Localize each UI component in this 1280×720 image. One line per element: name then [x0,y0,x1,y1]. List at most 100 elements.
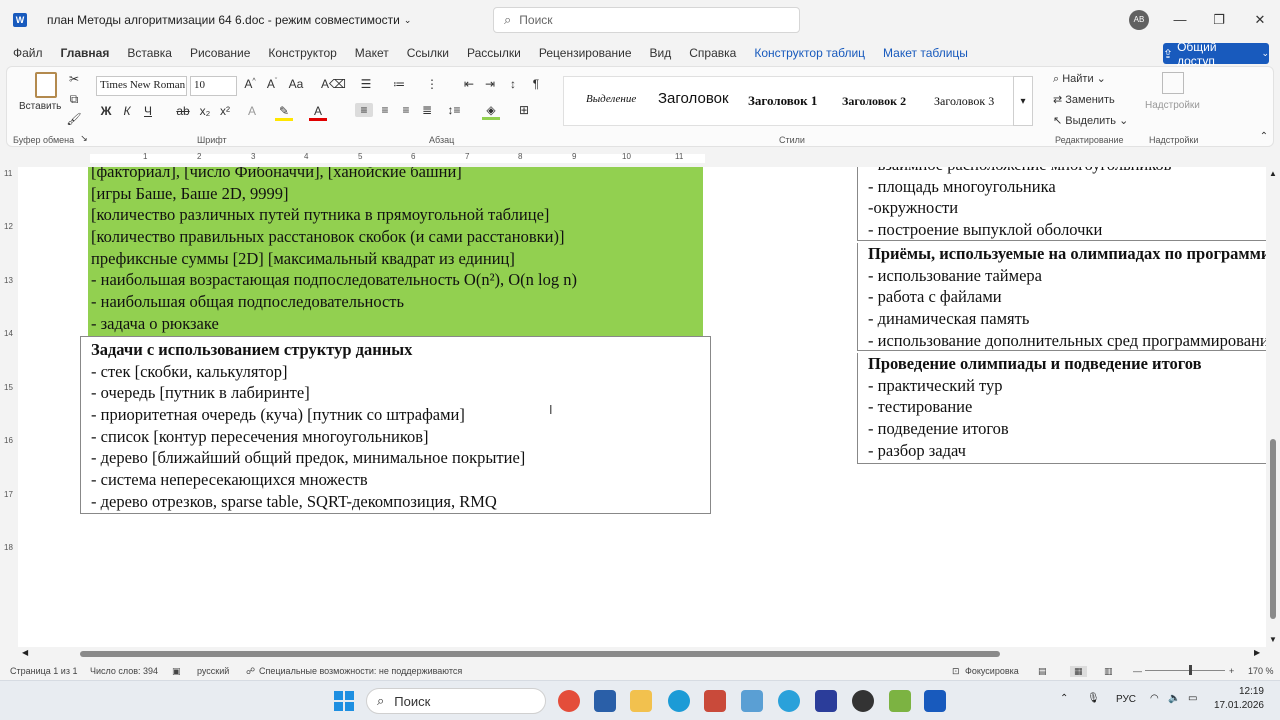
find-button[interactable]: ⌕ Найти ⌄ [1053,72,1106,86]
word-taskbar-icon[interactable] [924,690,946,712]
clock-time[interactable]: 12:19 [1208,686,1264,697]
volume-icon[interactable]: 🔈 [1168,693,1180,704]
italic-icon[interactable]: К [118,104,136,118]
zoom-level[interactable]: 170 % [1248,666,1274,676]
vertical-scrollbar[interactable]: ▲ ▼ [1266,167,1280,647]
zoom-in-icon[interactable]: + [1229,666,1234,676]
underline-icon[interactable]: Ч [139,104,157,118]
zoom-out-icon[interactable]: — [1133,666,1142,676]
shading-icon[interactable]: ◈ [482,103,500,120]
align-left-icon[interactable]: ≡ [355,103,373,117]
chrome-icon[interactable] [558,690,580,712]
line-spacing-icon[interactable]: ↕≡ [445,103,463,117]
app-icon[interactable] [704,690,726,712]
edge-icon[interactable] [668,690,690,712]
proofing-icon[interactable]: ▣ [172,666,181,677]
horizontal-scroll-thumb[interactable] [80,651,1000,657]
borders-icon[interactable]: ⊞ [515,103,533,117]
language[interactable]: русский [197,666,229,676]
align-center-icon[interactable]: ≡ [376,103,394,117]
style-heading-2[interactable]: Заголовок 2 [842,94,906,109]
collapse-ribbon-icon[interactable]: ⌃ [1255,131,1273,142]
zoom-slider[interactable] [1145,670,1225,671]
scroll-down-icon[interactable]: ▼ [1269,635,1277,644]
clear-format-icon[interactable]: A⌫ [321,77,346,91]
scroll-right-icon[interactable]: ▶ [1254,648,1260,657]
document-canvas[interactable]: [факториал], [число Фибоначчи], [ханойск… [18,167,1266,647]
vertical-ruler[interactable]: 11 12 13 14 15 16 17 18 [0,167,16,647]
search-input[interactable]: ⌕ Поиск [493,7,800,33]
table-cell-olympiad-results[interactable]: Проведение олимпиады и подведение итогов… [857,353,1266,464]
web-layout-icon[interactable]: ▥ [1104,666,1113,677]
highlight-icon[interactable]: ✎ [275,104,293,121]
document-title[interactable]: план Методы алгоритмизации 64 6.doc - ре… [47,13,400,27]
paste-icon[interactable] [35,72,57,98]
copy-icon[interactable]: ⧉ [65,92,83,107]
numbering-icon[interactable]: ≔ [390,77,408,91]
horizontal-ruler[interactable]: 1 2 3 4 5 6 7 8 9 10 11 [0,150,1268,166]
addins-button[interactable]: Надстройки [1145,100,1200,111]
minimize-button[interactable]: — [1168,8,1192,32]
tab-view[interactable]: Вид [641,46,681,60]
style-emphasis[interactable]: Выделение [586,93,636,105]
increase-indent-icon[interactable]: ⇥ [481,77,499,91]
table-cell-geometry[interactable]: - взаимное расположение многоугольников … [857,167,1266,241]
restore-button[interactable]: ❐ [1207,8,1231,32]
accessibility-status[interactable]: Специальные возможности: не поддерживают… [259,666,462,676]
print-layout-icon[interactable]: ▦ [1070,666,1087,677]
scroll-up-icon[interactable]: ▲ [1269,169,1277,178]
clock-date[interactable]: 17.01.2026 [1208,700,1264,711]
microphone-icon[interactable]: 🎙 [1087,693,1100,704]
read-mode-icon[interactable]: ▤ [1038,666,1047,677]
taskbar-search[interactable]: ⌕ Поиск [366,688,546,714]
page-count[interactable]: Страница 1 из 1 [10,666,77,676]
vertical-scroll-thumb[interactable] [1270,439,1276,619]
app-icon[interactable] [889,690,911,712]
change-case-icon[interactable]: Aa [287,77,305,91]
justify-icon[interactable]: ≣ [418,103,436,117]
word-count[interactable]: Число слов: 394 [90,666,158,676]
font-name-combo[interactable]: Times New Roman [96,76,187,96]
strikethrough-icon[interactable]: ab [174,104,192,118]
tab-table-layout[interactable]: Макет таблицы [874,46,977,60]
paste-button[interactable]: Вставить [19,101,61,112]
close-button[interactable]: ✕ [1248,8,1272,32]
subscript-icon[interactable]: x₂ [196,104,214,118]
grow-font-icon[interactable]: A^ [241,77,259,91]
bullets-icon[interactable]: ☰ [357,77,375,91]
telegram-icon[interactable] [778,690,800,712]
input-language[interactable]: РУС [1116,694,1136,705]
tab-draw[interactable]: Рисование [181,46,259,60]
dialog-launcher-icon[interactable]: ↘ [75,133,93,144]
tab-home[interactable]: Главная [52,46,119,60]
cut-icon[interactable]: ✂ [65,72,83,86]
app-icon[interactable] [852,690,874,712]
share-button[interactable]: ⇪ Общий доступ ⌄ [1163,40,1269,68]
addins-icon[interactable] [1162,72,1184,94]
multilevel-list-icon[interactable]: ⋮ [423,77,441,91]
focus-mode[interactable]: Фокусировка [965,666,1019,676]
app-icon[interactable] [741,690,763,712]
align-right-icon[interactable]: ≡ [397,103,415,117]
font-size-combo[interactable]: 10 [190,76,237,96]
pilcrow-icon[interactable]: ¶ [527,77,545,91]
scroll-left-icon[interactable]: ◀ [22,648,28,657]
tab-insert[interactable]: Вставка [118,46,181,60]
avatar[interactable]: АВ [1129,10,1149,30]
style-heading-1[interactable]: Заголовок 1 [748,93,817,109]
table-cell-data-structures[interactable]: Задачи с использованием структур данных … [80,336,711,514]
tab-review[interactable]: Рецензирование [530,46,641,60]
tab-table-design[interactable]: Конструктор таблиц [745,46,874,60]
format-painter-icon[interactable]: 🖌 [65,112,83,126]
style-heading-3[interactable]: Заголовок 3 [934,94,994,109]
text-effects-icon[interactable]: A [243,104,261,118]
table-cell-green[interactable]: [факториал], [число Фибоначчи], [ханойск… [88,167,703,336]
tab-help[interactable]: Справка [680,46,745,60]
styles-more-button[interactable]: ▾ [1013,76,1033,126]
tab-references[interactable]: Ссылки [398,46,458,60]
tab-file[interactable]: Файл [4,46,52,60]
tab-layout[interactable]: Макет [346,46,398,60]
tab-design[interactable]: Конструктор [259,46,345,60]
style-title[interactable]: Заголовок [658,90,738,107]
font-color-icon[interactable]: A [309,104,327,121]
